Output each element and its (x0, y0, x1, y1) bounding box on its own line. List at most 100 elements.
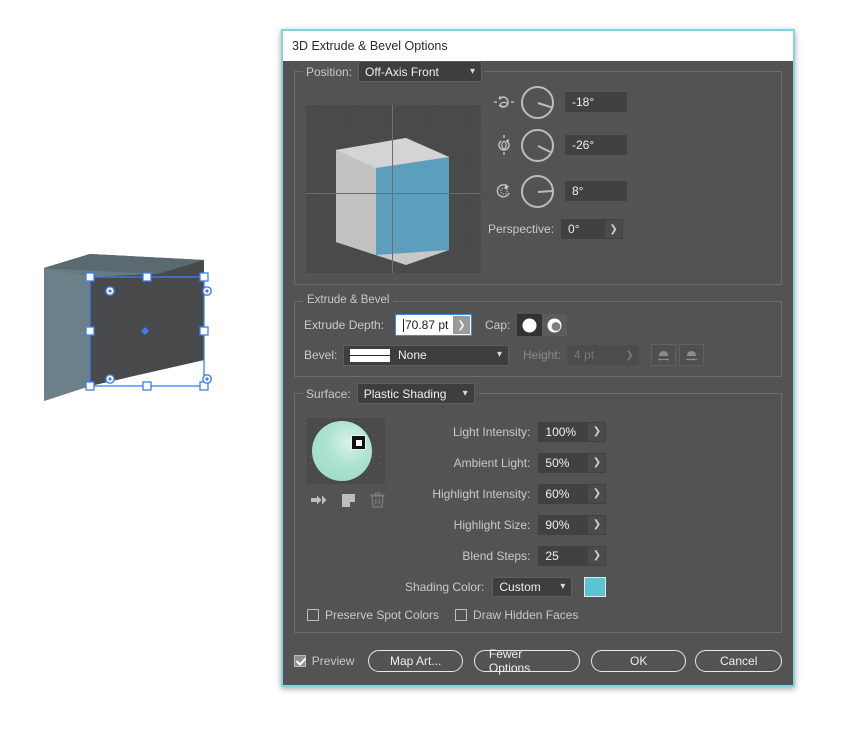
rotate-z-field[interactable]: 8° (565, 181, 627, 201)
highlight-intensity-stepper[interactable]: ❯ (588, 484, 606, 503)
light-intensity-row: Light Intensity: 100% ❯ (405, 416, 607, 447)
rotate-z-value: 8° (572, 184, 584, 198)
preview-axis-vertical (392, 105, 393, 273)
cap-solid-icon (522, 318, 537, 332)
light-sphere-area[interactable] (307, 418, 385, 484)
new-light-icon[interactable] (341, 493, 356, 508)
cube-preview[interactable] (306, 105, 481, 273)
extrude-depth-stepper[interactable]: ❯ (453, 316, 470, 334)
rotate-z-dial[interactable] (521, 174, 554, 208)
preview-axis-horizontal (306, 193, 481, 194)
rotate-y-dial[interactable] (521, 128, 554, 162)
bevel-select[interactable]: None ▾ (343, 344, 509, 366)
bevel-height-value: 4 pt (574, 348, 595, 362)
light-sphere[interactable] (312, 421, 372, 481)
surface-fields: Light Intensity: 100% ❯ Ambient Light: 5… (405, 416, 607, 602)
extruded-cube-object[interactable] (30, 238, 230, 418)
light-tool-row (307, 492, 385, 508)
extrude-bevel-group-title: Extrude & Bevel (303, 294, 394, 306)
dialog-footer: Preview Map Art... Fewer Options OK Canc… (294, 647, 782, 675)
artboard[interactable] (0, 0, 280, 739)
rotate-z-dial-hand (537, 190, 552, 193)
preserve-spot-colors-checkbox[interactable] (307, 609, 319, 621)
ambient-light-stepper[interactable]: ❯ (588, 453, 606, 472)
rotation-controls: -18° -26° 8° Perspective: 0° ❯ (488, 82, 627, 244)
chevron-down-icon: ▾ (560, 580, 566, 592)
dialog-title: 3D Extrude & Bevel Options (292, 39, 448, 53)
light-intensity-stepper[interactable]: ❯ (588, 422, 606, 441)
light-intensity-label: Light Intensity: (453, 424, 531, 439)
ok-button[interactable]: OK (591, 650, 687, 672)
surface-select-value: Plastic Shading (363, 386, 447, 401)
shading-color-select[interactable]: Custom ▾ (492, 576, 573, 597)
z-axis-rotate-icon (496, 183, 510, 198)
3d-extrude-bevel-dialog[interactable]: 3D Extrude & Bevel Options Position: Off… (281, 29, 795, 687)
perspective-field[interactable]: 0° ❯ (561, 219, 624, 239)
ambient-light-value: 50% (545, 455, 570, 470)
position-row: Position: Off-Axis Front ▾ (303, 61, 486, 82)
highlight-size-label: Highlight Size: (453, 517, 531, 532)
perspective-value: 0° (568, 222, 580, 236)
map-art-button[interactable]: Map Art... (368, 650, 463, 672)
bevel-select-value: None (398, 348, 427, 362)
shading-color-swatch[interactable] (584, 576, 607, 597)
preview-label: Preview (311, 654, 355, 668)
bevel-height-label: Height: (523, 348, 562, 362)
highlight-size-field[interactable]: 90% ❯ (538, 514, 607, 535)
blend-steps-value: 25 (545, 548, 559, 563)
rotate-x-dial[interactable] (521, 85, 554, 119)
fewer-options-button[interactable]: Fewer Options (473, 647, 580, 675)
move-light-back-icon[interactable] (310, 493, 327, 508)
x-axis-rotate-icon (494, 96, 514, 108)
bevel-height-stepper: ❯ (621, 346, 639, 364)
cap-label: Cap: (485, 318, 511, 332)
cap-toggle-group (517, 314, 568, 336)
bevel-extent-in-icon (686, 350, 698, 361)
perspective-label: Perspective: (488, 222, 555, 236)
position-label: Position: (306, 64, 353, 79)
highlight-intensity-field[interactable]: 60% ❯ (538, 483, 607, 504)
surface-group: Surface: Plastic Shading ▾ Light Intensi… (294, 383, 782, 633)
dialog-titlebar: 3D Extrude & Bevel Options (283, 31, 793, 61)
fewer-options-button-label: Fewer Options (488, 647, 531, 675)
bevel-extent-out-button[interactable] (651, 344, 677, 366)
light-position-marker[interactable] (351, 435, 366, 450)
surface-row: Surface: Plastic Shading ▾ (303, 383, 478, 404)
blend-steps-stepper[interactable]: ❯ (588, 546, 606, 565)
cancel-button-label: Cancel (720, 654, 758, 668)
light-intensity-value: 100% (545, 424, 577, 439)
ambient-light-row: Ambient Light: 50% ❯ (405, 447, 607, 478)
preserve-spot-colors-label: Preserve Spot Colors (325, 608, 440, 622)
shading-color-value: Custom (499, 579, 541, 594)
cap-solid-button[interactable] (517, 314, 543, 336)
perspective-stepper[interactable]: ❯ (605, 220, 623, 238)
draw-hidden-faces-label: Draw Hidden Faces (473, 608, 579, 622)
position-select[interactable]: Off-Axis Front ▾ (358, 61, 483, 82)
preview-cube-shape (336, 138, 449, 265)
highlight-size-stepper[interactable]: ❯ (588, 515, 606, 534)
chevron-down-icon: ▾ (462, 387, 468, 399)
rotate-y-field[interactable]: -26° (565, 135, 627, 155)
bevel-extent-in-button[interactable] (679, 344, 705, 366)
light-intensity-field[interactable]: 100% ❯ (538, 421, 607, 442)
position-select-value: Off-Axis Front (365, 64, 439, 79)
blend-steps-field[interactable]: 25 ❯ (538, 545, 607, 566)
highlight-intensity-value: 60% (545, 486, 570, 501)
cancel-button[interactable]: Cancel (695, 650, 782, 672)
rotate-x-field[interactable]: -18° (565, 92, 627, 112)
chevron-down-icon: ▾ (496, 349, 502, 360)
ambient-light-label: Ambient Light: (453, 455, 531, 470)
extrude-depth-field[interactable]: 70.87 pt ❯ (395, 314, 472, 336)
blend-steps-row: Blend Steps: 25 ❯ (405, 540, 607, 571)
position-group: Position: Off-Axis Front ▾ -18° -26° 8° … (294, 61, 782, 285)
ok-button-label: OK (630, 654, 648, 668)
rotate-y-dial-hand (537, 145, 551, 154)
cap-hollow-button[interactable] (542, 314, 568, 336)
bevel-height-field: 4 pt ❯ (567, 345, 640, 365)
surface-select[interactable]: Plastic Shading ▾ (356, 383, 475, 404)
ambient-light-field[interactable]: 50% ❯ (538, 452, 607, 473)
surface-label: Surface: (306, 386, 351, 401)
rotate-y-value: -26° (572, 138, 595, 152)
draw-hidden-faces-checkbox[interactable] (455, 609, 468, 621)
preview-checkbox[interactable] (294, 655, 306, 667)
